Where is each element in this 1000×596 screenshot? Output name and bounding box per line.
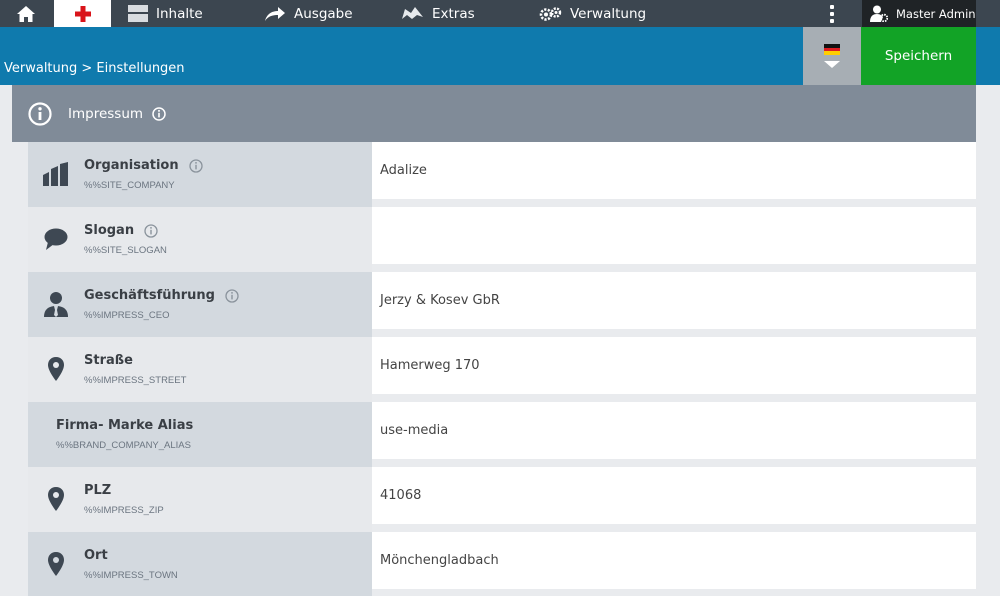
chevron-down-icon [824, 61, 840, 68]
setting-label-cell [28, 337, 372, 402]
info-icon [28, 101, 52, 126]
setting-label-cell [28, 532, 372, 596]
setting-value-input[interactable]: Mönchengladbach [372, 532, 976, 589]
setting-row-zip: PLZ %%IMPRESS_ZIP 41068 [28, 467, 976, 532]
setting-name: Geschäftsführung [84, 288, 239, 303]
user-name: Master Admin [896, 6, 976, 21]
setting-row-ceo: Geschäftsführung %%IMPRESS_CEO Jerzy & K… [28, 272, 976, 337]
map-pin-icon [41, 355, 71, 383]
language-selector[interactable] [803, 27, 861, 85]
share-arrow-icon [264, 6, 286, 22]
setting-name: Organisation [84, 158, 203, 173]
nav-verwaltung-label: Verwaltung [570, 5, 647, 22]
map-pin-icon [41, 485, 71, 513]
section-header-impressum[interactable]: Impressum [12, 85, 976, 142]
top-navigation-bar: Inhalte Ausgabe Extras Verwaltung Master… [0, 0, 1000, 27]
help-icon[interactable] [188, 158, 203, 173]
home-button[interactable] [0, 0, 52, 27]
setting-name: PLZ [84, 483, 111, 498]
more-dot [830, 11, 834, 16]
setting-key: %%SITE_SLOGAN [84, 245, 167, 256]
nav-extras[interactable]: Extras [401, 0, 475, 27]
setting-value-input[interactable]: Hamerweg 170 [372, 337, 976, 394]
save-button[interactable]: Speichern [861, 27, 976, 85]
help-icon[interactable] [152, 106, 166, 121]
nav-extras-label: Extras [432, 5, 475, 22]
extras-icon [401, 6, 424, 21]
setting-label: Straße [84, 353, 133, 368]
setting-label: Firma- Marke Alias [56, 418, 194, 433]
setting-row-organisation: Organisation %%SITE_COMPANY Adalize [28, 142, 976, 207]
setting-label-cell [28, 272, 372, 337]
content-icon [128, 5, 148, 22]
help-icon[interactable] [225, 288, 239, 303]
setting-label-cell [28, 142, 372, 207]
setting-value-input[interactable]: Adalize [372, 142, 976, 199]
speech-bubble-icon [41, 225, 71, 253]
setting-label: Ort [84, 548, 108, 563]
nav-verwaltung[interactable]: Verwaltung [539, 0, 646, 27]
more-dot [830, 18, 834, 23]
setting-label-cell [28, 467, 372, 532]
nav-inhalte-label: Inhalte [156, 5, 203, 22]
gears-icon [539, 6, 562, 21]
building-icon [41, 160, 71, 188]
more-menu-button[interactable] [822, 0, 842, 27]
setting-label: Geschäftsführung [84, 288, 215, 303]
home-icon [17, 5, 35, 22]
section-title: Impressum [68, 105, 144, 122]
setting-value-input[interactable]: use-media [372, 402, 976, 459]
user-menu-button[interactable]: Master Admin [862, 0, 976, 27]
setting-key: %%BRAND_COMPANY_ALIAS [56, 440, 191, 451]
setting-value-input[interactable] [372, 207, 976, 264]
breadcrumb[interactable]: Verwaltung > Einstellungen [4, 61, 185, 76]
setting-name: Slogan [84, 223, 158, 238]
nav-ausgabe-label: Ausgabe [294, 5, 353, 22]
setting-row-brand-alias: Firma- Marke Alias %%BRAND_COMPANY_ALIAS… [28, 402, 976, 467]
setting-row-street: Straße %%IMPRESS_STREET Hamerweg 170 [28, 337, 976, 402]
setting-key: %%IMPRESS_TOWN [84, 570, 178, 581]
setting-label-cell [28, 207, 372, 272]
help-icon[interactable] [144, 223, 158, 238]
setting-row-town: Ort %%IMPRESS_TOWN Mönchengladbach [28, 532, 976, 596]
map-pin-icon [41, 550, 71, 578]
setting-key: %%IMPRESS_ZIP [84, 505, 164, 516]
plus-icon [74, 5, 91, 22]
setting-name: Firma- Marke Alias [56, 418, 193, 433]
setting-key: %%IMPRESS_STREET [84, 375, 187, 386]
setting-value-input[interactable]: 41068 [372, 467, 976, 524]
setting-value-input[interactable]: Jerzy & Kosev GbR [372, 272, 976, 329]
setting-key: %%SITE_COMPANY [84, 180, 175, 191]
more-dot [830, 4, 834, 9]
person-icon [41, 290, 71, 318]
nav-inhalte[interactable]: Inhalte [128, 0, 203, 27]
nav-ausgabe[interactable]: Ausgabe [264, 0, 353, 27]
setting-key: %%IMPRESS_CEO [84, 310, 170, 321]
german-flag-icon [824, 44, 840, 56]
setting-label-cell [28, 402, 372, 467]
setting-row-slogan: Slogan %%SITE_SLOGAN [28, 207, 976, 272]
setting-name: Straße [84, 353, 133, 368]
setting-label: Slogan [84, 223, 135, 238]
setting-label: PLZ [84, 483, 112, 498]
add-new-button[interactable] [54, 0, 111, 27]
setting-name: Ort [84, 548, 108, 563]
setting-label: Organisation [84, 158, 179, 173]
user-settings-icon [870, 5, 888, 22]
